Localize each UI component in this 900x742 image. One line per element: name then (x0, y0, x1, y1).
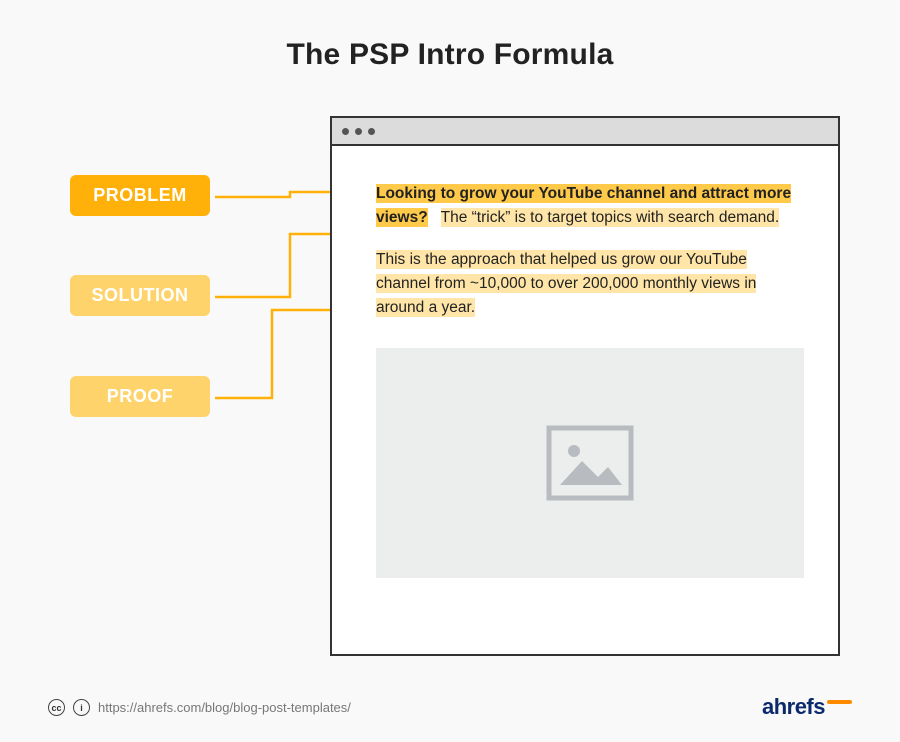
label-problem: PROBLEM (70, 175, 210, 216)
browser-titlebar (332, 118, 838, 146)
window-dot-icon (368, 128, 375, 135)
label-solution: SOLUTION (70, 275, 210, 316)
image-placeholder (376, 348, 804, 578)
window-dot-icon (342, 128, 349, 135)
footer: cc i https://ahrefs.com/blog/blog-post-t… (48, 699, 351, 716)
solution-highlight: The “trick” is to target topics with sea… (441, 208, 780, 227)
cc-icon: cc (48, 699, 65, 716)
brand-accent-icon (827, 700, 852, 704)
browser-content: Looking to grow your YouTube channel and… (332, 146, 838, 600)
source-url: https://ahrefs.com/blog/blog-post-templa… (98, 700, 351, 715)
attribution-icon: i (73, 699, 90, 716)
intro-paragraph-2: This is the approach that helped us grow… (376, 248, 804, 320)
proof-highlight: This is the approach that helped us grow… (376, 250, 756, 317)
page-title: The PSP Intro Formula (0, 38, 900, 72)
image-icon (546, 425, 634, 501)
brand-logo: ahrefs (762, 694, 852, 720)
intro-paragraph-1: Looking to grow your YouTube channel and… (376, 182, 804, 230)
window-dot-icon (355, 128, 362, 135)
brand-text: ahrefs (762, 694, 825, 719)
browser-window: Looking to grow your YouTube channel and… (330, 116, 840, 656)
label-proof: PROOF (70, 376, 210, 417)
